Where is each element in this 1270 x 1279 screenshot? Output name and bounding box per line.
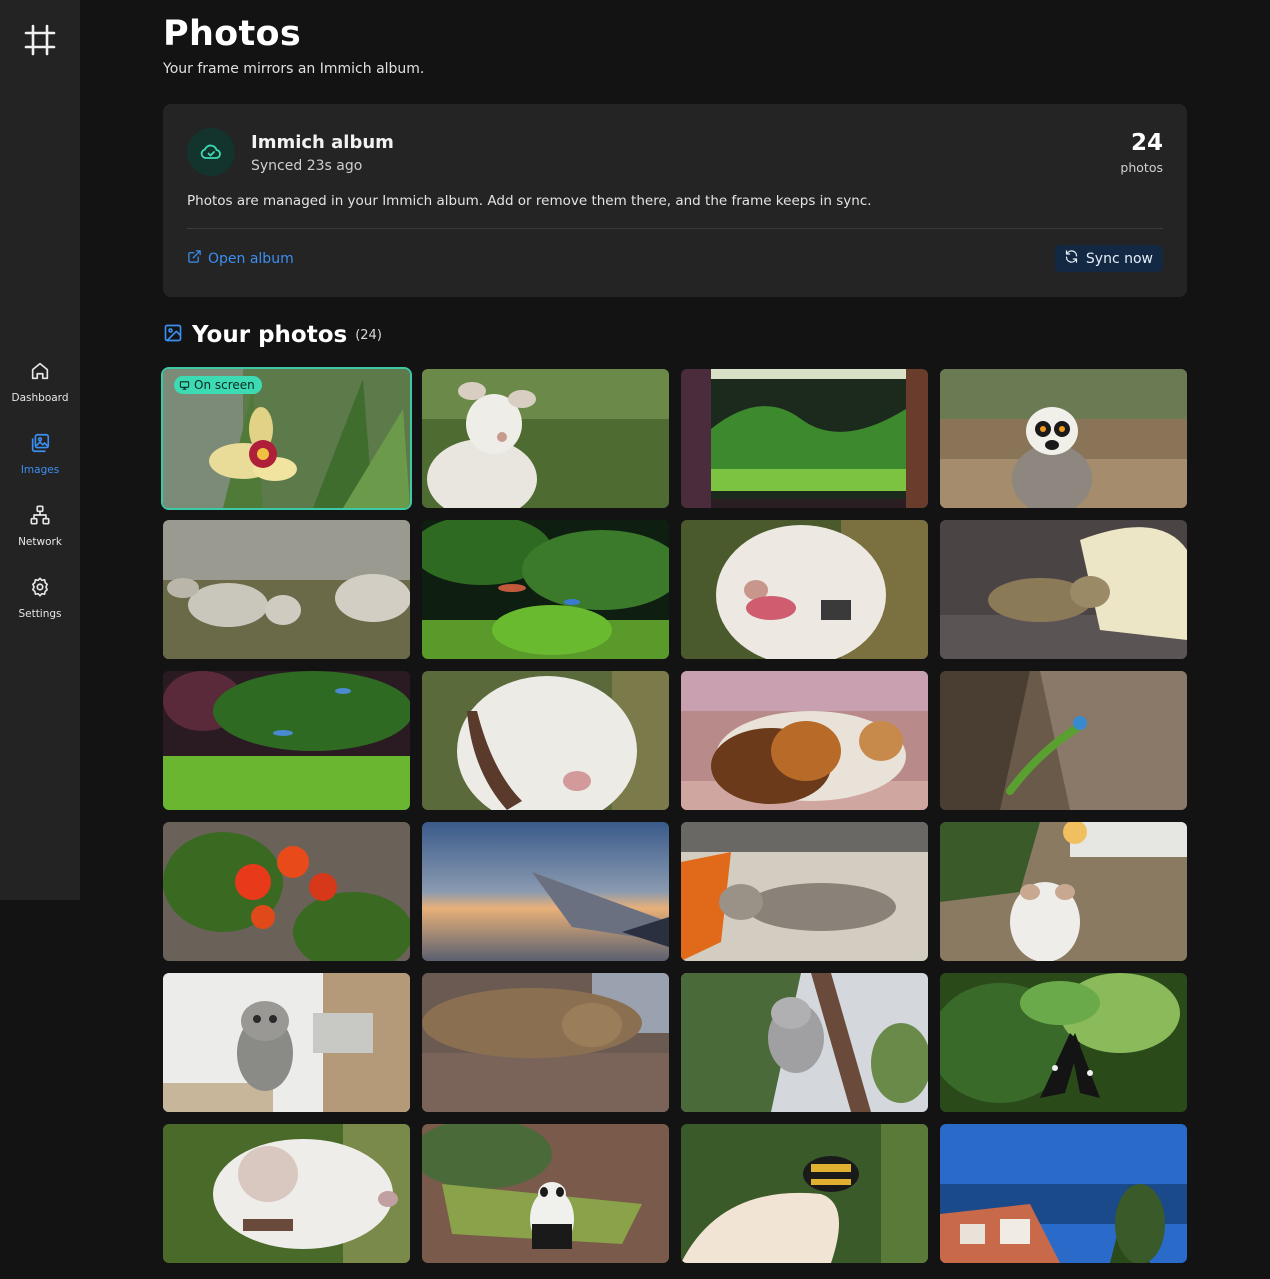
- photo-koala[interactable]: [681, 973, 928, 1112]
- album-description: Photos are managed in your Immich album.…: [187, 193, 872, 209]
- image-icon: [163, 323, 183, 347]
- monitor-icon: [179, 380, 190, 391]
- photo-aquarium[interactable]: [681, 369, 928, 508]
- photo-dog-collar[interactable]: [422, 671, 669, 810]
- open-album-link[interactable]: Open album: [187, 249, 294, 268]
- photo-lemur[interactable]: [940, 369, 1187, 508]
- nav-images[interactable]: Images: [0, 432, 80, 492]
- nav-settings[interactable]: Settings: [0, 576, 80, 636]
- photo-cat-bed[interactable]: [681, 822, 928, 961]
- photo-airplane-wing[interactable]: [422, 822, 669, 961]
- photo-dog-sunset[interactable]: [940, 822, 1187, 961]
- photo-cat-couch[interactable]: [940, 520, 1187, 659]
- photo-bumblebee[interactable]: [681, 1124, 928, 1263]
- images-icon: [29, 432, 51, 458]
- photos-section-count: (24): [355, 327, 382, 343]
- photo-dog-portrait[interactable]: [163, 1124, 410, 1263]
- open-album-label: Open album: [208, 250, 294, 267]
- photo-dog-closeup[interactable]: [681, 520, 928, 659]
- external-link-icon: [187, 249, 202, 268]
- on-screen-badge: On screen: [174, 376, 262, 394]
- refresh-icon: [1064, 249, 1079, 268]
- photo-moth-leaf[interactable]: [940, 973, 1187, 1112]
- photo-aquarium-moss[interactable]: [163, 671, 410, 810]
- photo-guinea-pig[interactable]: [681, 671, 928, 810]
- photo-kitten[interactable]: [163, 973, 410, 1112]
- hash-frame-icon[interactable]: [22, 22, 58, 58]
- cloud-sync-icon: [187, 128, 235, 176]
- divider: [187, 228, 1163, 229]
- network-icon: [29, 504, 51, 530]
- photo-count: 24: [1130, 130, 1163, 156]
- page-subtitle: Your frame mirrors an Immich album.: [163, 61, 425, 77]
- photo-dog-field[interactable]: [422, 369, 669, 508]
- album-name: Immich album: [251, 132, 394, 153]
- album-card: Immich album Synced 23s ago 24 photos Ph…: [163, 104, 1187, 297]
- photo-panda[interactable]: [422, 1124, 669, 1263]
- sync-now-button[interactable]: Sync now: [1054, 245, 1163, 272]
- on-screen-label: On screen: [194, 378, 255, 392]
- photo-lizard[interactable]: [940, 671, 1187, 810]
- nav-network[interactable]: Network: [0, 504, 80, 564]
- photo-cows[interactable]: [163, 520, 410, 659]
- photo-coastal-town[interactable]: [940, 1124, 1187, 1263]
- home-icon: [29, 360, 51, 386]
- photos-section-header: Your photos (24): [163, 322, 382, 348]
- photo-pomegranate[interactable]: [163, 822, 410, 961]
- photo-grid: On screen: [163, 369, 1187, 1263]
- gear-icon: [29, 576, 51, 602]
- nav-dashboard[interactable]: Dashboard: [0, 360, 80, 420]
- photo-fish-plants[interactable]: [422, 520, 669, 659]
- photo-cat-sleeping[interactable]: [422, 973, 669, 1112]
- sync-now-label: Sync now: [1085, 250, 1153, 267]
- photo-flower[interactable]: On screen: [163, 369, 410, 508]
- nav-images-label: Images: [20, 464, 60, 476]
- nav-settings-label: Settings: [18, 608, 62, 620]
- photo-count-label: photos: [1120, 160, 1163, 175]
- nav-network-label: Network: [18, 536, 62, 548]
- photos-section-title: Your photos: [192, 322, 348, 348]
- sync-status: Synced 23s ago: [251, 158, 363, 174]
- nav-dashboard-label: Dashboard: [11, 392, 69, 404]
- sidebar: Dashboard Images Network Settings: [0, 0, 80, 900]
- page-title: Photos: [163, 14, 302, 54]
